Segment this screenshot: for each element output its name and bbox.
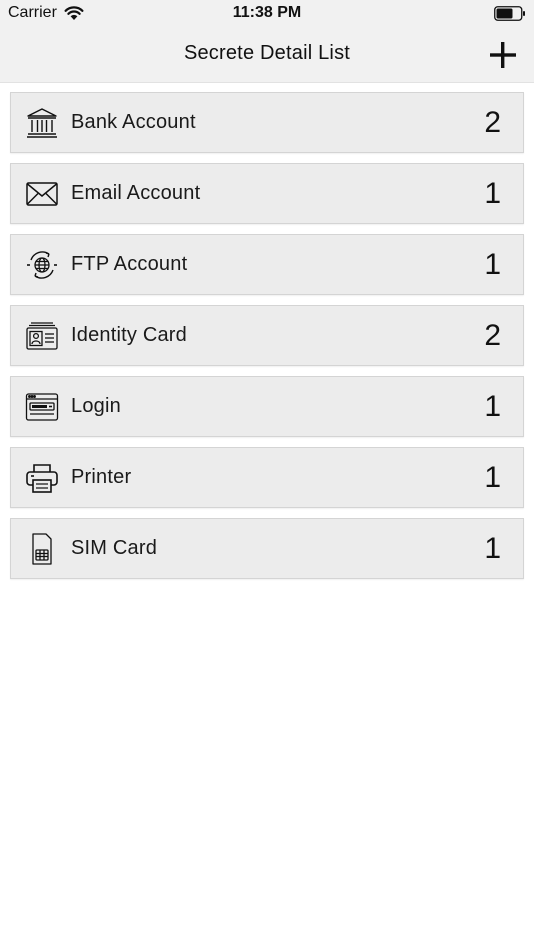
list-item-label: Login [71,395,121,417]
plus-icon [490,42,516,68]
id-card-icon [26,322,58,350]
status-time: 11:38 PM [232,4,302,21]
list-item-label: FTP Account [71,253,188,275]
list-item-count: 1 [484,390,501,423]
list-item-label: Email Account [71,182,201,204]
list-item-printer[interactable]: Printer 1 [10,447,524,508]
bank-icon [27,108,57,138]
list-item-identity-card[interactable]: Identity Card 2 [10,305,524,366]
list-item-sim-card[interactable]: SIM Card 1 [10,518,524,579]
list-item-ftp-account[interactable]: FTP Account 1 [10,234,524,295]
add-item-button[interactable] [486,38,520,72]
page-title: Secrete Detail List [183,42,351,64]
list-item-bank-account[interactable]: Bank Account 2 [10,92,524,153]
status-bar: Carrier 11:38 PM [0,0,534,28]
navigation-header: Carrier 11:38 PM Secrete Detail List [0,0,534,83]
list-item-login[interactable]: Login 1 [10,376,524,437]
printer-icon [26,464,58,493]
list-item-label: SIM Card [71,537,158,559]
battery-icon [494,6,525,21]
list-item-count: 1 [484,532,501,565]
sim-card-icon [32,533,52,565]
list-item-count: 1 [484,461,501,494]
list-item-count: 2 [484,106,501,139]
login-window-icon [25,393,59,421]
envelope-icon [26,182,58,206]
list-item-count: 1 [484,177,501,210]
list-item-label: Identity Card [71,324,187,346]
list-item-email-account[interactable]: Email Account 1 [10,163,524,224]
list-item-count: 2 [484,319,501,352]
list-item-count: 1 [484,248,501,281]
globe-sync-icon [27,251,57,279]
secret-category-list: Bank Account 2 Email Account 1 FTP Accou… [10,92,524,589]
list-item-label: Printer [71,466,132,488]
list-item-label: Bank Account [71,111,196,133]
